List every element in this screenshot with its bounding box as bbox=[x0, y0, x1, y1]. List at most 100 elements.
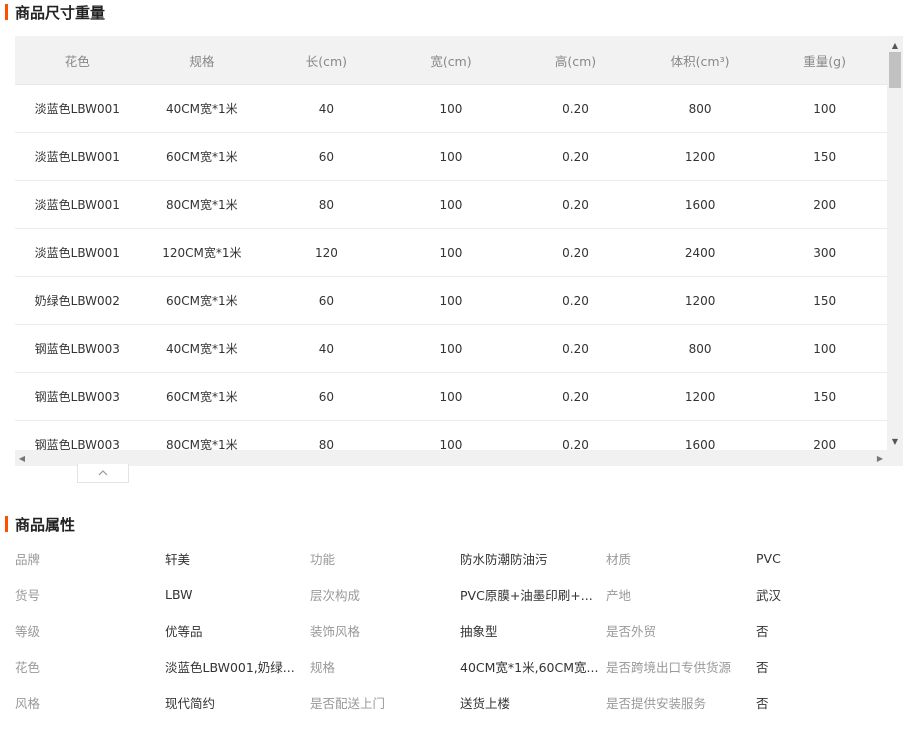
attribute-value: 否 bbox=[756, 695, 769, 711]
attribute-value: 否 bbox=[756, 623, 769, 639]
table-cell: 200 bbox=[813, 437, 837, 451]
table-cell: 1600 bbox=[684, 197, 716, 212]
attribute-label: 花色 bbox=[15, 659, 41, 675]
attribute-value: LBW bbox=[165, 586, 193, 602]
table-cell: 淡蓝色LBW001 bbox=[34, 102, 120, 116]
table-cell: 100 bbox=[439, 341, 463, 356]
table-cell: 淡蓝色LBW001 bbox=[34, 150, 120, 164]
table-cell: 40 bbox=[318, 101, 335, 116]
scroll-right-icon[interactable]: ▶ bbox=[873, 450, 887, 466]
table-cell: 2400 bbox=[684, 245, 716, 260]
table-cell: 80 bbox=[318, 437, 335, 451]
vertical-scroll-thumb[interactable] bbox=[889, 52, 901, 88]
attribute-row: 货号 LBW 层次构成 PVC原膜+油墨印刷+... 产地 武汉 bbox=[15, 576, 905, 612]
column-header: 长(cm) bbox=[305, 53, 348, 69]
table-cell: 0.20 bbox=[562, 437, 589, 451]
attribute-label: 产地 bbox=[606, 587, 632, 603]
table-cell: 120 bbox=[314, 245, 338, 260]
table-cell: 40 bbox=[318, 341, 335, 356]
scroll-up-icon[interactable]: ▲ bbox=[887, 38, 903, 52]
size-section-title-text: 商品尺寸重量 bbox=[15, 3, 106, 22]
table-row: 奶绿色LBW002 60CM宽*1米 60 100 0.20 1200 150 bbox=[15, 277, 887, 325]
title-accent-bar bbox=[5, 4, 8, 20]
column-header: 规格 bbox=[189, 53, 215, 69]
vertical-scrollbar[interactable]: ▲ ▼ bbox=[887, 36, 903, 450]
table-cell: 0.20 bbox=[562, 293, 589, 308]
attribute-label: 是否提供安装服务 bbox=[606, 695, 707, 711]
attribute-label: 品牌 bbox=[15, 551, 41, 567]
attribute-row: 风格 现代简约 是否配送上门 送货上楼 是否提供安装服务 否 bbox=[15, 684, 905, 720]
table-row: 淡蓝色LBW001 60CM宽*1米 60 100 0.20 1200 150 bbox=[15, 133, 887, 181]
attribute-label: 是否跨境出口专供货源 bbox=[606, 659, 732, 675]
attribute-value: PVC bbox=[756, 550, 781, 566]
table-row: 淡蓝色LBW001 40CM宽*1米 40 100 0.20 800 100 bbox=[15, 85, 887, 133]
collapse-table-button[interactable] bbox=[77, 464, 129, 483]
table-cell: 200 bbox=[813, 197, 837, 212]
column-header: 高(cm) bbox=[554, 53, 597, 69]
table-cell: 100 bbox=[439, 101, 463, 116]
attribute-label: 是否外贸 bbox=[606, 623, 657, 639]
table-cell: 100 bbox=[439, 245, 463, 260]
chevron-up-icon bbox=[98, 470, 108, 476]
table-row: 淡蓝色LBW001 120CM宽*1米 120 100 0.20 2400 300 bbox=[15, 229, 887, 277]
attribute-value: 优等品 bbox=[165, 623, 203, 639]
table-cell: 40CM宽*1米 bbox=[166, 342, 238, 356]
table-cell: 100 bbox=[439, 197, 463, 212]
attribute-value: 现代简约 bbox=[165, 695, 216, 711]
table-cell: 100 bbox=[439, 389, 463, 404]
attribute-grid: 品牌 轩美 功能 防水防潮防油污 材质 PVC 货号 LBW 层次构成 PVC原膜+油墨印刷+..… bbox=[15, 540, 905, 720]
table-cell: 0.20 bbox=[562, 197, 589, 212]
table-cell: 100 bbox=[439, 149, 463, 164]
scroll-down-icon[interactable]: ▼ bbox=[887, 434, 903, 448]
table-cell: 60CM宽*1米 bbox=[166, 390, 238, 404]
attribute-value: 40CM宽*1米,60CM宽... bbox=[460, 659, 599, 675]
table-cell: 100 bbox=[813, 101, 837, 116]
table-cell: 150 bbox=[813, 389, 837, 404]
attribute-value: 防水防潮防油污 bbox=[460, 551, 548, 567]
table-cell: 120CM宽*1米 bbox=[162, 246, 242, 260]
attribute-label: 等级 bbox=[15, 623, 41, 639]
attribute-value: 淡蓝色LBW001,奶绿... bbox=[165, 659, 295, 675]
horizontal-scrollbar[interactable]: ◀ ▶ bbox=[15, 450, 887, 466]
table-cell: 60 bbox=[318, 389, 335, 404]
attribute-label: 规格 bbox=[310, 659, 336, 675]
table-cell: 60CM宽*1米 bbox=[166, 294, 238, 308]
table-cell: 60CM宽*1米 bbox=[166, 150, 238, 164]
attribute-value: 武汉 bbox=[756, 587, 782, 603]
table-cell: 1200 bbox=[684, 293, 716, 308]
attribute-value: 抽象型 bbox=[460, 623, 498, 639]
attribute-label: 货号 bbox=[15, 587, 41, 603]
attribute-label: 风格 bbox=[15, 695, 41, 711]
table-cell: 60 bbox=[318, 149, 335, 164]
attribute-row: 花色 淡蓝色LBW001,奶绿... 规格 40CM宽*1米,60CM宽... 是否跨境… bbox=[15, 648, 905, 684]
table-row: 钢蓝色LBW003 60CM宽*1米 60 100 0.20 1200 150 bbox=[15, 373, 887, 421]
column-header: 体积(cm³) bbox=[670, 53, 730, 69]
attribute-label: 功能 bbox=[310, 551, 336, 567]
table-row: 淡蓝色LBW001 80CM宽*1米 80 100 0.20 1600 200 bbox=[15, 181, 887, 229]
column-header: 宽(cm) bbox=[430, 53, 472, 69]
table-cell: 0.20 bbox=[562, 101, 589, 116]
table-cell: 1200 bbox=[684, 149, 716, 164]
size-table: 花色 规格 长(cm) 宽(cm) 高(cm) 体积(cm³) 重量(g) 淡蓝色LBW00… bbox=[15, 36, 903, 466]
table-cell: 钢蓝色LBW003 bbox=[34, 342, 120, 356]
size-table-body: 淡蓝色LBW001 40CM宽*1米 40 100 0.20 800 100 淡蓝色LBW00… bbox=[15, 85, 887, 450]
table-cell: 150 bbox=[813, 149, 837, 164]
table-cell: 钢蓝色LBW003 bbox=[34, 390, 120, 404]
table-cell: 淡蓝色LBW001 bbox=[34, 198, 120, 212]
scroll-left-icon[interactable]: ◀ bbox=[15, 450, 29, 466]
table-cell: 80CM宽*1米 bbox=[166, 438, 238, 450]
table-row: 钢蓝色LBW003 40CM宽*1米 40 100 0.20 800 100 bbox=[15, 325, 887, 373]
column-header: 重量(g) bbox=[803, 53, 846, 69]
attribute-value: 否 bbox=[756, 659, 769, 675]
table-cell: 80CM宽*1米 bbox=[166, 198, 238, 212]
size-table-header: 花色 规格 长(cm) 宽(cm) 高(cm) 体积(cm³) 重量(g) bbox=[15, 36, 887, 85]
attribute-label: 装饰风格 bbox=[310, 623, 361, 639]
table-cell: 40CM宽*1米 bbox=[166, 102, 238, 116]
attribute-row: 等级 优等品 装饰风格 抽象型 是否外贸 否 bbox=[15, 612, 905, 648]
table-cell: 100 bbox=[439, 293, 463, 308]
horizontal-scroll-thumb[interactable] bbox=[31, 452, 871, 464]
size-section-title: 商品尺寸重量 bbox=[5, 3, 106, 22]
scrollbar-corner bbox=[887, 450, 903, 466]
table-cell: 80 bbox=[318, 197, 335, 212]
table-cell: 150 bbox=[813, 293, 837, 308]
